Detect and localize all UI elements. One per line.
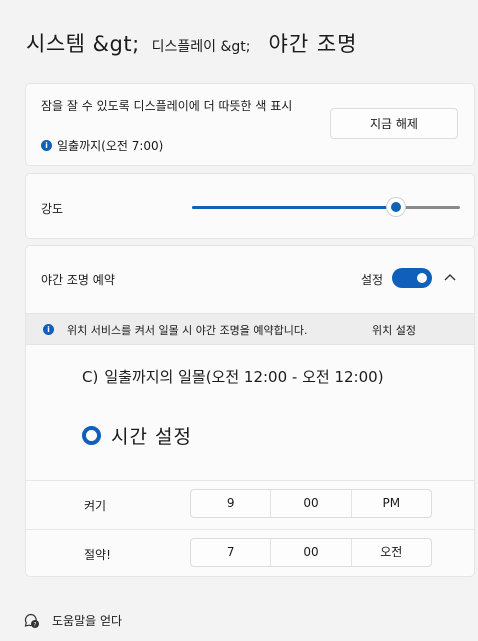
radio-selected-icon [82, 426, 101, 445]
schedule-label: 야간 조명 예약 [41, 273, 115, 287]
turn-on-label: 켜기 [84, 499, 107, 513]
night-light-status-text: 일출까지(오전 7:00) [57, 139, 164, 153]
help-icon: ? [24, 613, 39, 628]
info-icon: i [43, 324, 54, 335]
set-hours-option[interactable]: 시간 설정 [82, 422, 192, 449]
schedule-toggle[interactable] [392, 268, 432, 288]
strength-slider[interactable] [192, 198, 460, 216]
turn-off-row: 절약! 7 00 오전 [26, 529, 474, 578]
location-settings-link[interactable]: 위치 설정 [372, 322, 416, 338]
turn-off-label: 절약! [84, 548, 111, 562]
night-light-description: 잠을 잘 수 있도록 디스플레이에 더 따뜻한 색 표시 [41, 99, 293, 113]
turn-on-hour[interactable]: 9 [191, 490, 272, 517]
get-help-label: 도움말을 얻다 [52, 614, 123, 628]
night-light-now-card: 잠을 잘 수 있도록 디스플레이에 더 따뜻한 색 표시 i 일출까지(오전 7… [25, 83, 475, 166]
turn-on-time-picker[interactable]: 9 00 PM [190, 489, 432, 518]
strength-card: 강도 [25, 173, 475, 239]
turn-off-minute[interactable]: 00 [271, 539, 352, 566]
strength-label: 강도 [41, 202, 64, 216]
page-title: 야간 조명 [268, 32, 358, 56]
breadcrumb-display[interactable]: 디스플레이 &gt; [152, 36, 251, 56]
turn-on-row: 켜기 9 00 PM [26, 480, 474, 529]
turn-on-minute[interactable]: 00 [271, 490, 352, 517]
turn-off-now-button[interactable]: 지금 해제 [330, 108, 458, 139]
slider-thumb[interactable] [386, 198, 405, 216]
turn-off-ampm[interactable]: 오전 [352, 539, 431, 566]
turn-on-ampm[interactable]: PM [352, 490, 431, 517]
sunset-to-sunrise-option[interactable]: C) 일출까지의 일몰(오전 12:00 - 오전 12:00) [82, 366, 384, 387]
night-light-status: i 일출까지(오전 7:00) [41, 137, 163, 154]
location-info-text: 위치 서비스를 켜서 일몰 시 야간 조명을 예약합니다. [67, 324, 308, 337]
svg-text:?: ? [33, 621, 36, 628]
breadcrumb: 시스템 &gt; 디스플레이 &gt; 야간 조명 [26, 28, 358, 58]
schedule-card: 야간 조명 예약 설정 i 위치 서비스를 켜서 일몰 시 야간 조명을 예약합… [25, 245, 475, 577]
schedule-toggle-label: 설정 [361, 273, 384, 287]
toggle-knob [417, 273, 427, 283]
set-hours-label: 시간 설정 [111, 426, 192, 448]
get-help-link[interactable]: ? 도움말을 얻다 [24, 612, 122, 629]
slider-fill [192, 206, 396, 209]
turn-off-time-picker[interactable]: 7 00 오전 [190, 538, 432, 567]
location-info-bar: i 위치 서비스를 켜서 일몰 시 야간 조명을 예약합니다. 위치 설정 [26, 313, 474, 345]
radio-unselected-icon: C) [82, 367, 99, 386]
chevron-up-icon[interactable] [444, 272, 456, 282]
turn-off-hour[interactable]: 7 [191, 539, 272, 566]
breadcrumb-system[interactable]: 시스템 &gt; [26, 28, 140, 58]
info-icon: i [41, 140, 52, 151]
sunset-to-sunrise-label: 일출까지의 일몰(오전 12:00 - 오전 12:00) [104, 368, 384, 386]
